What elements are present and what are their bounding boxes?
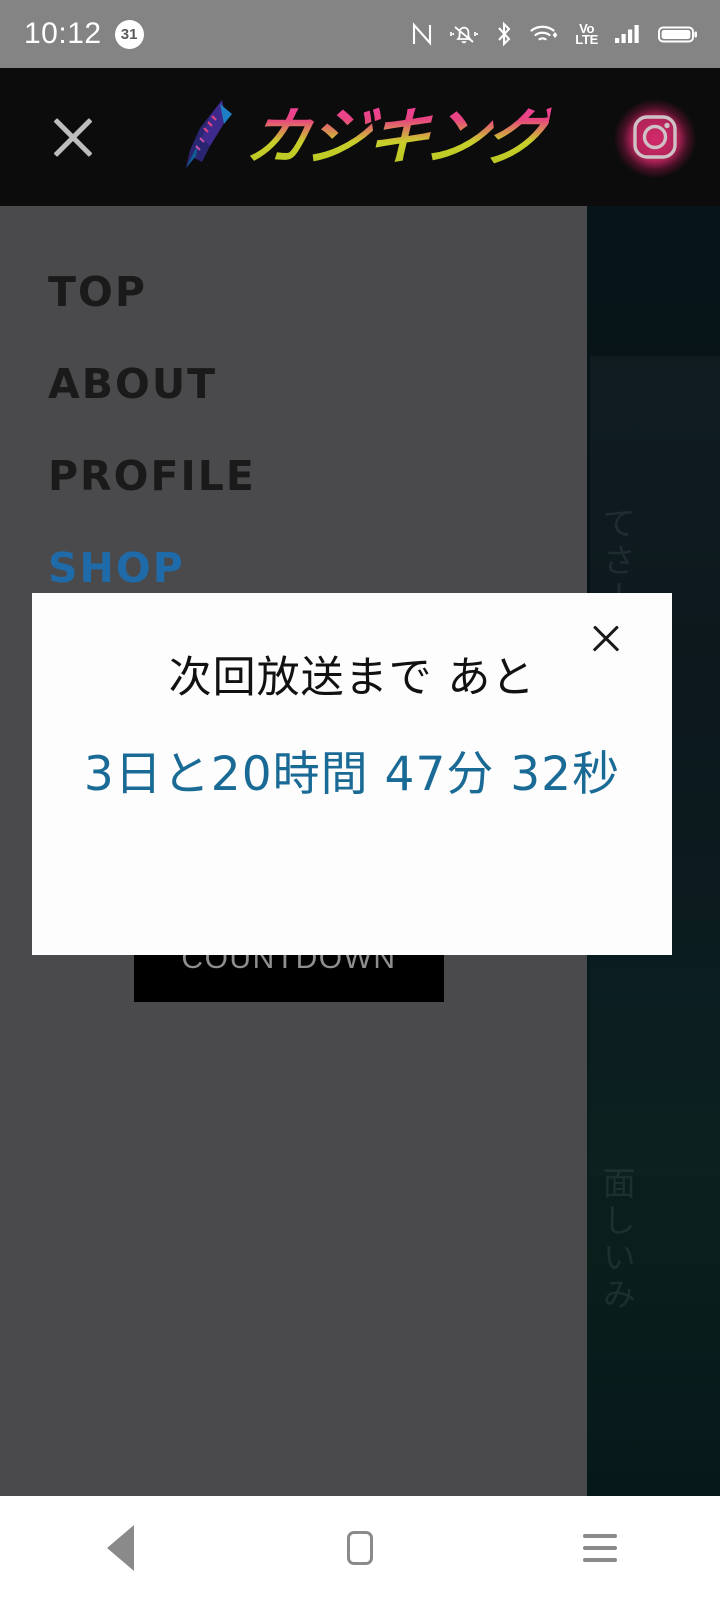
phone-screen: 10:12 31 Vo LTE カジキング 面しいみ TOP ABOUT PRO… — [0, 0, 720, 1600]
back-button[interactable] — [60, 1513, 180, 1583]
android-navigation-bar — [0, 1496, 720, 1600]
bluetooth-icon — [498, 21, 511, 47]
modal-title: 次回放送まで あと — [168, 653, 536, 703]
site-logo[interactable]: カジキング — [114, 98, 612, 176]
nfc-icon — [413, 22, 432, 46]
marlin-fish-icon — [185, 100, 232, 168]
notification-count-badge: 31 — [114, 19, 144, 49]
home-square-icon — [347, 1531, 373, 1565]
home-button[interactable] — [300, 1513, 420, 1583]
close-modal-icon[interactable] — [588, 621, 624, 657]
recent-apps-lines-icon — [583, 1534, 617, 1562]
menu-item-profile[interactable]: PROFILE — [48, 456, 587, 497]
menu-item-shop[interactable]: SHOP — [48, 548, 587, 589]
wifi-icon — [530, 25, 558, 41]
silent-bell-icon — [450, 26, 479, 44]
recent-apps-button[interactable] — [540, 1513, 660, 1583]
background-vertical-text-2: 面しいみ — [597, 1166, 637, 1314]
status-bar: 10:12 31 Vo LTE — [0, 0, 720, 68]
modal-countdown-value: 3日と20時間 47分 32秒 — [83, 747, 621, 802]
back-triangle-icon — [106, 1525, 134, 1571]
volte-icon: Vo LTE — [575, 21, 598, 47]
status-bar-right: Vo LTE — [411, 21, 698, 47]
status-bar-left: 10:12 31 — [24, 17, 144, 51]
instagram-icon[interactable] — [612, 94, 698, 180]
menu-item-top[interactable]: TOP — [48, 272, 587, 313]
close-menu-icon[interactable] — [44, 108, 102, 166]
logo-text: カジキング — [240, 100, 554, 173]
status-clock: 10:12 — [24, 17, 102, 50]
menu-item-about[interactable]: ABOUT — [48, 364, 587, 405]
signal-bars-icon — [615, 25, 639, 43]
site-header: カジキング — [0, 68, 720, 206]
battery-icon — [658, 26, 697, 43]
countdown-modal: 次回放送まで あと 3日と20時間 47分 32秒 — [32, 593, 672, 955]
